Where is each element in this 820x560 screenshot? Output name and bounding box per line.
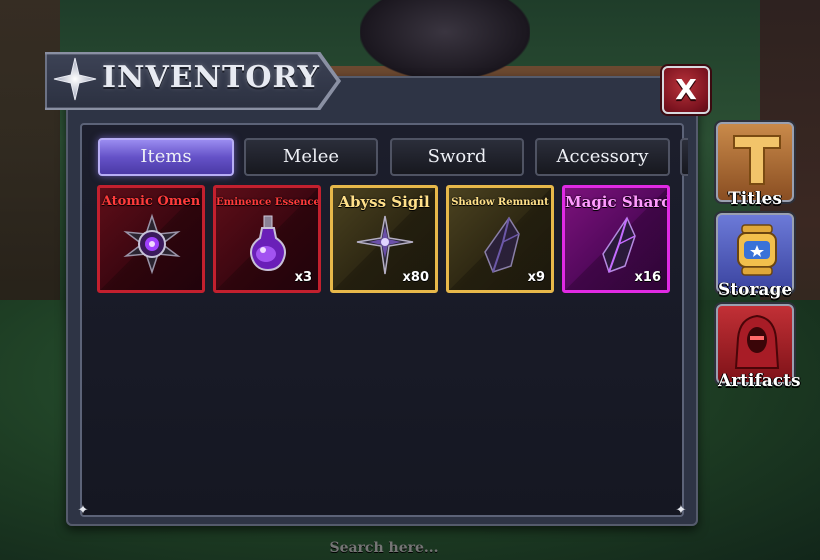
artifacts-button[interactable]: Artifacts [716, 304, 801, 391]
storage-button[interactable]: Storage [716, 213, 794, 300]
tab-sword[interactable]: Sword [390, 138, 524, 176]
item-slot-abyss-sigil[interactable]: Abyss Sigil x80 [330, 185, 438, 293]
corner-ornament-left: ✦ [77, 503, 89, 518]
tab-overflow[interactable] [680, 138, 688, 176]
item-slot-shadow-remnant[interactable]: Shadow Remnant x9 [446, 185, 554, 293]
corner-ornament-right: ✦ [675, 503, 687, 518]
item-count: x80 [402, 270, 429, 285]
storage-label: Storage [718, 280, 793, 300]
purple-potion-icon [250, 215, 286, 272]
close-button[interactable]: X [662, 66, 710, 114]
dark-sigil-icon [123, 213, 181, 275]
titles-label: Titles [728, 189, 782, 209]
shadow-crystal-icon [484, 216, 520, 273]
item-name: Magic Shard [565, 193, 670, 211]
item-name: Atomic Omen [101, 194, 201, 209]
tab-accessory[interactable]: Accessory [535, 138, 670, 176]
item-name: Abyss Sigil [338, 193, 430, 211]
item-name: Eminence Essence [216, 197, 320, 208]
artifacts-label: Artifacts [718, 371, 801, 391]
title-letter-t-icon [733, 135, 781, 185]
item-name: Shadow Remnant [451, 197, 549, 208]
sparkle-icon [53, 57, 97, 101]
hooded-figure-icon [734, 314, 780, 369]
tab-melee[interactable]: Melee [244, 138, 378, 176]
search-input[interactable] [318, 536, 450, 560]
magic-crystal-icon [602, 216, 636, 273]
item-slot-eminence-essence[interactable]: Eminence Essence x3 [213, 185, 321, 293]
page-title: INVENTORY [102, 60, 320, 95]
abyss-star-icon [356, 215, 414, 275]
item-slot-atomic-omen[interactable]: Atomic Omen [97, 185, 205, 293]
tab-items[interactable]: Items [98, 138, 234, 176]
titles-button[interactable]: Titles [716, 122, 794, 209]
inventory-panel [80, 123, 684, 517]
item-slot-magic-shard[interactable]: Magic Shard x16 [562, 185, 670, 293]
item-count: x9 [527, 270, 545, 285]
item-count: x16 [634, 270, 661, 285]
storage-capsule-icon [737, 224, 777, 276]
background-character [360, 0, 530, 80]
item-count: x3 [294, 270, 312, 285]
